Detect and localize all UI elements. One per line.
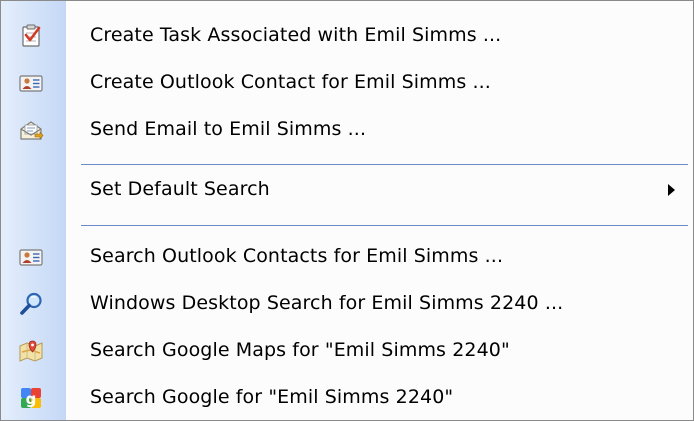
menu-item-label: Send Email to Emil Simms ... [90, 117, 367, 140]
menu-item-set-default-search[interactable]: Set Default Search [1, 166, 693, 213]
menu-separator [81, 225, 688, 226]
menu-item-label: Search Google Maps for "Emil Simms 2240" [90, 338, 510, 361]
menu-item-send-email[interactable]: Send Email to Emil Simms ... [1, 106, 693, 153]
menu-item-create-task[interactable]: Create Task Associated with Emil Simms .… [1, 12, 693, 59]
menu-item-label: Create Outlook Contact for Emil Simms ..… [90, 70, 491, 93]
menu-item-search-google-maps[interactable]: Search Google Maps for "Emil Simms 2240" [1, 327, 693, 374]
magnifier-icon [18, 291, 44, 317]
send-email-icon [18, 117, 44, 143]
menu-item-windows-desktop-search[interactable]: Windows Desktop Search for Emil Simms 22… [1, 280, 693, 327]
menu-item-search-google[interactable]: g Search Google for "Emil Simms 2240" [1, 374, 693, 421]
task-icon [18, 23, 44, 49]
menu-item-label: Set Default Search [90, 177, 270, 200]
svg-text:g: g [26, 390, 37, 408]
context-menu: Create Task Associated with Emil Simms .… [0, 0, 694, 421]
google-maps-icon [18, 338, 44, 364]
menu-item-label: Search Google for "Emil Simms 2240" [90, 385, 454, 408]
menu-item-label: Windows Desktop Search for Emil Simms 22… [90, 291, 564, 314]
menu-item-create-contact[interactable]: Create Outlook Contact for Emil Simms ..… [1, 59, 693, 106]
menu-separator [81, 164, 688, 165]
contact-card-icon [18, 70, 44, 96]
menu-item-label: Search Outlook Contacts for Emil Simms .… [90, 244, 504, 267]
contact-card-icon [18, 244, 44, 270]
google-icon: g [18, 385, 44, 411]
menu-item-search-outlook-contacts[interactable]: Search Outlook Contacts for Emil Simms .… [1, 233, 693, 280]
submenu-arrow-icon [668, 183, 675, 196]
menu-item-label: Create Task Associated with Emil Simms .… [90, 23, 502, 46]
